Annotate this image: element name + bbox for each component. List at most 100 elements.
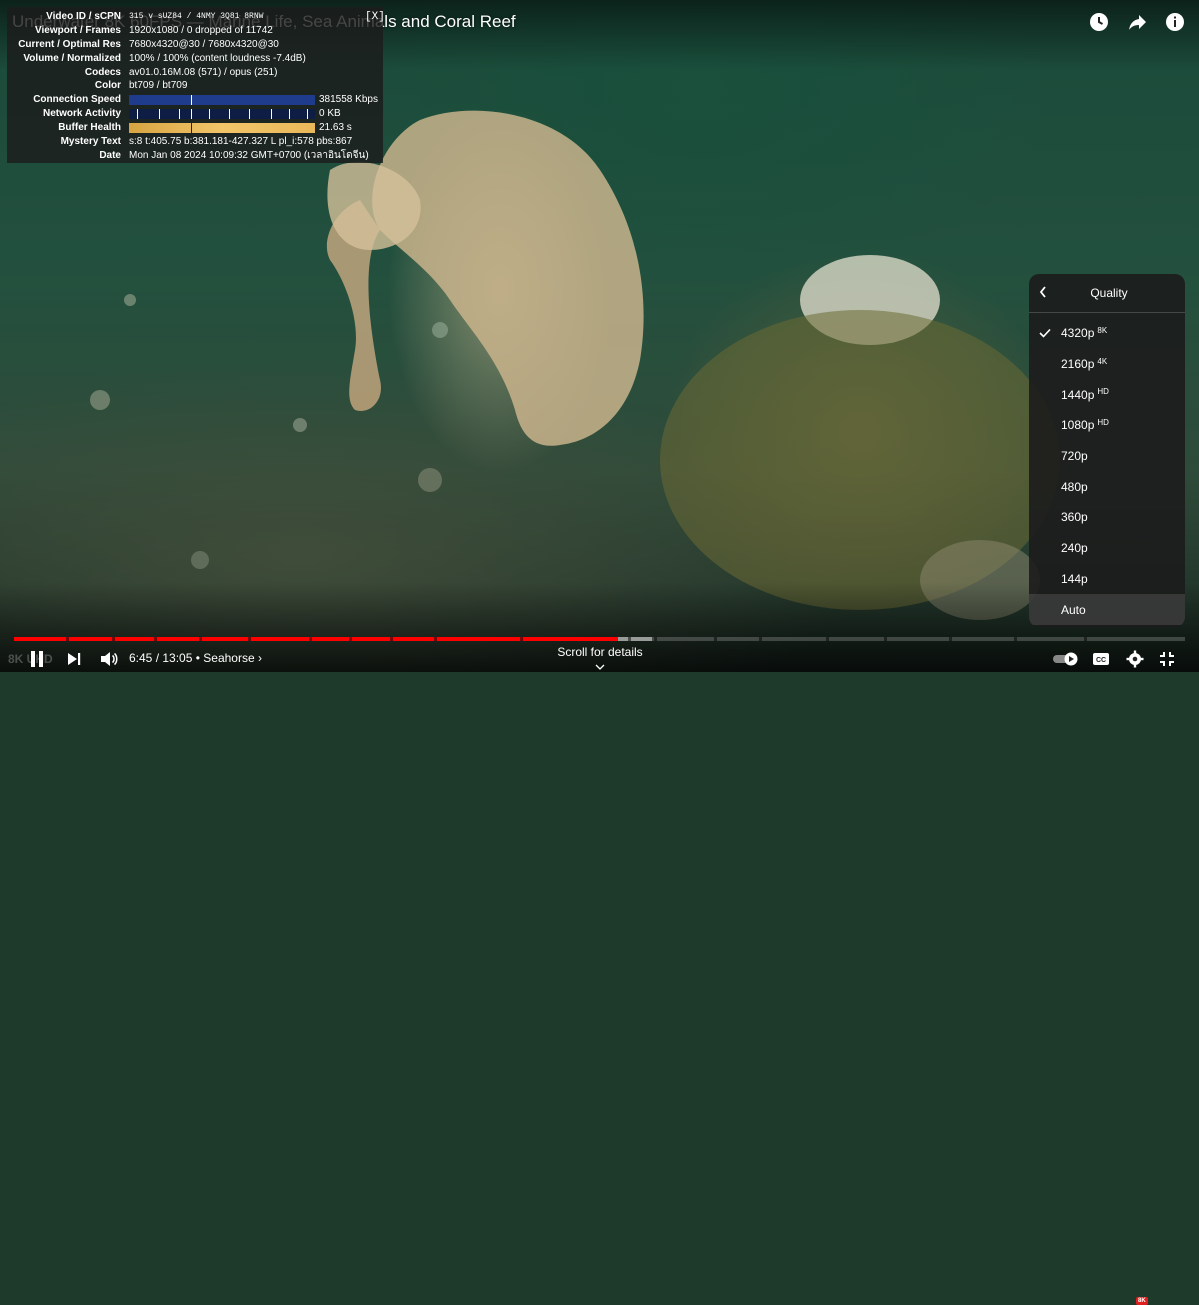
chapter-divider [199,637,202,641]
stat-row-viewport: Viewport / Frames 1920x1080 / 0 dropped … [7,24,383,38]
quality-options: 4320p 8K 2160p 4K 1440p HD 1080p HD 720p 480… [1029,313,1185,625]
quality-option-720p[interactable]: 720p [1029,441,1185,472]
stat-label: Color [94,80,121,92]
stat-label: Current / Optimal Res [18,38,121,50]
buffer-health-value: 21.63 s [319,122,352,134]
exit-fullscreen-icon [1160,652,1174,666]
chapter-divider [434,637,437,641]
stat-row-color: Color bt709 / bt709 [7,79,383,93]
quality-option-label: 360p [1061,510,1088,525]
stat-row-network-activity: Network Activity 0 KB [7,107,383,121]
chapter-divider [349,637,352,641]
next-icon [68,653,81,665]
stat-value: 315 v sUZ84 / 4NMY 3Q81 8RNW [129,12,264,21]
share-icon[interactable] [1125,10,1149,34]
stat-label: Codecs [84,66,121,78]
connection-speed-value: 381558 Kbps [319,94,378,106]
quality-option-240p[interactable]: 240p [1029,533,1185,564]
stat-label: Connection Speed [33,94,121,106]
stat-label: Viewport / Frames [35,24,121,36]
quality-menu-title: Quality [1090,286,1128,300]
chapter-divider [66,637,69,641]
stats-for-nerds-panel: [X] Video ID / sCPN 315 v sUZ84 / 4NMY 3… [7,7,385,163]
check-icon [1029,328,1061,338]
stat-value: Mon Jan 08 2024 10:09:32 GMT+0700 (เวลาอ… [129,149,369,161]
stat-row-buffer-health: Buffer Health 21.63 s [7,121,383,135]
chapter-divider [826,637,829,641]
svg-text:CC: CC [1096,657,1106,664]
chapter-divider [654,637,657,641]
stat-value-with-graph: 381558 Kbps [129,93,378,107]
watch-later-icon[interactable] [1087,10,1111,34]
quality-option-label: Auto [1061,602,1086,617]
progress-bar[interactable] [14,637,1185,641]
stat-label: Network Activity [43,108,121,120]
chapter-divider [714,637,717,641]
duration: 13:05 [162,651,193,665]
info-icon[interactable] [1163,10,1187,34]
quality-option-1440p[interactable]: 1440p HD [1029,379,1185,410]
quality-option-label: 2160p [1061,357,1095,372]
quality-option-4320p[interactable]: 4320p 8K [1029,318,1185,349]
time-display: 6:45 / 13:05 • Seahorse › [129,651,262,665]
chapter-divider [884,637,887,641]
quality-badge: 8K [1097,325,1108,335]
subtitles-icon: CC [1093,653,1109,665]
quality-option-144p[interactable]: 144p [1029,564,1185,595]
quality-option-label: 480p [1061,479,1088,494]
current-time: 6:45 [129,651,153,665]
quality-option-label: 4320p [1061,326,1095,341]
stat-value-with-graph: 0 KB [129,107,341,121]
stats-close-button[interactable]: [X] [365,11,385,25]
played-range [14,637,619,641]
pause-icon [31,651,43,667]
stat-row-codecs: Codecs av01.0.16M.08 (571) / opus (251) [7,66,383,80]
stat-row-video-id: Video ID / sCPN 315 v sUZ84 / 4NMY 3Q81 … [7,10,383,24]
autoplay-icon [1053,652,1078,666]
chevron-left-icon[interactable] [1039,285,1051,301]
settings-button[interactable] [1124,649,1146,669]
stat-value: 7680x4320@30 / 7680x4320@30 [129,38,279,50]
quality-menu: Quality 4320p 8K 2160p 4K 1440p HD 1080p HD … [1029,274,1185,627]
stat-value: av01.0.16M.08 (571) / opus (251) [129,66,278,78]
stat-row-mystery-text: Mystery Text s:8 t:405.75 b:381.181-427.… [7,135,383,149]
quality-option-360p[interactable]: 360p [1029,502,1185,533]
chapter-divider [1084,637,1087,641]
quality-option-auto[interactable]: Auto [1029,594,1185,625]
quality-option-2160p[interactable]: 2160p 4K [1029,349,1185,380]
chapter-divider [759,637,762,641]
stat-row-resolution: Current / Optimal Res 7680x4320@30 / 768… [7,38,383,52]
stat-row-connection-speed: Connection Speed 381558 Kbps [7,93,383,107]
quality-option-480p[interactable]: 480p [1029,471,1185,502]
chapter-divider [390,637,393,641]
stat-value: bt709 / bt709 [129,80,188,92]
8k-badge: 8K [1136,1297,1148,1305]
stat-label: Mystery Text [60,136,121,148]
autoplay-toggle[interactable] [1052,651,1080,667]
next-button[interactable] [64,649,84,669]
chapter-divider [248,637,251,641]
chapter-divider [154,637,157,641]
chapter-divider [949,637,952,641]
chapter-title[interactable]: • Seahorse › [196,651,262,665]
exit-fullscreen-button[interactable] [1156,649,1178,669]
quality-menu-header[interactable]: Quality [1029,274,1185,313]
time-separator: / [152,651,163,665]
mute-button[interactable] [98,649,120,669]
player-controls: 6:45 / 13:05 • Seahorse › CC 8K [0,646,1199,1305]
chapter-divider [628,637,631,641]
stat-value: 100% / 100% (content loudness -7.4dB) [129,52,306,64]
pause-button[interactable] [28,649,46,669]
quality-option-label: 1080p [1061,418,1095,433]
quality-option-label: 720p [1061,449,1088,464]
stat-label: Buffer Health [58,122,121,134]
quality-badge: HD [1097,417,1109,427]
stat-row-volume: Volume / Normalized 100% / 100% (content… [7,52,383,66]
chapter-divider [309,637,312,641]
subtitles-button[interactable]: CC [1090,650,1112,668]
stat-value-with-graph: 21.63 s [129,121,352,135]
stat-row-date: Date Mon Jan 08 2024 10:09:32 GMT+0700 (… [7,149,383,163]
quality-option-1080p[interactable]: 1080p HD [1029,410,1185,441]
quality-option-label: 144p [1061,571,1088,586]
chapter-label: • Seahorse [195,651,255,665]
